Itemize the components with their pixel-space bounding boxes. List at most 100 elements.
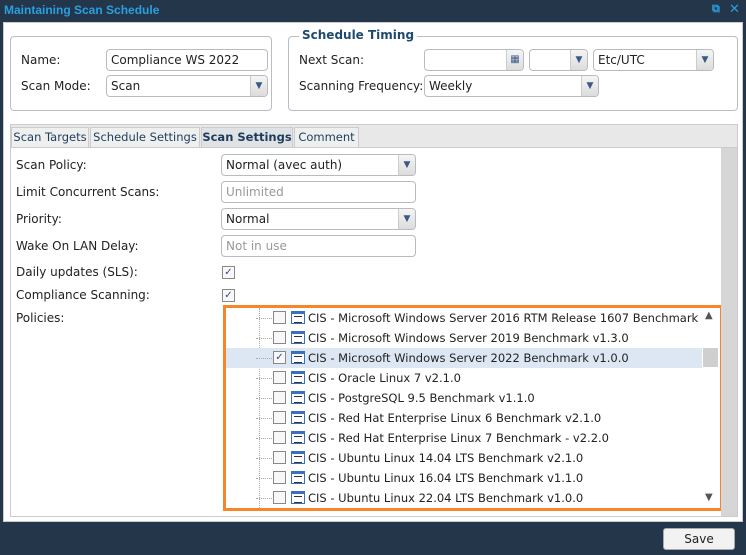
chevron-down-icon[interactable]: ▼ [398,209,415,229]
policy-item[interactable]: CIS - PostgreSQL 9.5 Benchmark v1.1.0 [226,388,702,408]
chevron-down-icon[interactable]: ▼ [250,76,267,96]
policy-label: CIS - Microsoft Windows Server 2019 Benc… [308,331,629,345]
daily-updates-label: Daily updates (SLS): [16,265,138,279]
chevron-down-icon[interactable]: ▼ [696,50,713,70]
schedule-timing-legend: Schedule Timing [299,28,418,42]
tree-connector [256,338,272,339]
priority-select[interactable]: Normal ▼ [221,208,416,230]
policy-item[interactable]: CIS - Microsoft Windows Server 2016 RTM … [226,308,720,328]
scroll-up-icon[interactable]: ▲ [705,310,713,321]
tab-scan-targets[interactable]: Scan Targets [11,127,89,148]
panel-scrollbar[interactable] [721,148,737,516]
policy-item[interactable]: CIS - Red Hat Enterprise Linux 6 Benchma… [226,408,702,428]
wol-delay-label: Wake On LAN Delay: [16,239,139,253]
tab-schedule-settings[interactable]: Schedule Settings [90,127,200,148]
policy-item[interactable]: ✓ CIS - Microsoft Windows Server 2022 Ben… [226,348,702,368]
policy-document-icon [291,351,305,364]
scan-mode-label: Scan Mode: [21,79,91,93]
policy-checkbox[interactable]: ✓ [273,351,286,364]
scroll-thumb[interactable] [703,348,718,367]
scan-settings-panel: Scan Policy: Normal (avec auth) ▼ Limit C… [10,147,738,517]
priority-value: Normal [226,212,270,226]
policy-checkbox[interactable] [273,331,286,344]
policy-checkbox[interactable] [273,431,286,444]
scan-mode-value: Scan [111,79,141,93]
policies-tree: CIS - Microsoft Windows Server 2016 RTM … [223,305,723,511]
policy-document-icon [291,311,305,324]
tree-connector [256,418,272,419]
policy-label: CIS - Microsoft Windows Server 2016 RTM … [308,311,723,325]
close-icon[interactable]: ✕ [729,2,740,17]
tab-scan-settings[interactable]: Scan Settings [201,127,293,148]
policy-item[interactable]: CIS - Microsoft Windows Server 2019 Benc… [226,328,702,348]
policies-scrollbar[interactable]: ▲ ▼ [702,308,720,508]
next-scan-date-input[interactable]: ▦ [424,49,524,71]
name-input[interactable]: Compliance WS 2022 [106,49,268,71]
tree-connector [256,478,272,479]
title-bar: Maintaining Scan Schedule ⧉ ✕ [0,0,746,22]
compliance-scanning-checkbox[interactable]: ✓ [222,289,235,302]
policy-checkbox[interactable] [273,491,286,504]
save-button[interactable]: Save [663,528,735,550]
next-scan-time-select[interactable]: ▼ [529,49,588,71]
wol-delay-input[interactable]: Not in use [221,235,416,257]
window-title: Maintaining Scan Schedule [4,3,160,17]
policy-label: CIS - Ubuntu Linux 16.04 LTS Benchmark v… [308,471,584,485]
schedule-timing-fieldset: Schedule Timing Next Scan: ▦ ▼ Etc/UTC ▼ … [288,28,738,111]
scan-mode-select[interactable]: Scan ▼ [106,75,268,97]
timezone-select[interactable]: Etc/UTC ▼ [593,49,714,71]
policy-checkbox[interactable] [273,451,286,464]
policy-checkbox[interactable] [273,391,286,404]
policy-checkbox[interactable] [273,411,286,424]
limit-concurrent-input[interactable]: Unlimited [221,181,416,203]
frequency-select[interactable]: Weekly ▼ [424,75,599,97]
tree-connector [256,378,272,379]
policy-document-icon [291,331,305,344]
policy-item[interactable]: CIS - Ubuntu Linux 22.04 LTS Benchmark v… [226,488,702,508]
policy-document-icon [291,431,305,444]
policy-label: CIS - Red Hat Enterprise Linux 6 Benchma… [308,411,602,425]
policy-document-icon [291,411,305,424]
policy-document-icon [291,491,305,504]
policy-document-icon [291,451,305,464]
policy-label: CIS - PostgreSQL 9.5 Benchmark v1.1.0 [308,391,535,405]
policy-checkbox[interactable] [273,311,286,324]
tab-comment[interactable]: Comment [294,127,359,148]
tree-connector [256,438,272,439]
frequency-value: Weekly [429,79,473,93]
policy-item[interactable]: CIS - Ubuntu Linux 14.04 LTS Benchmark v… [226,448,702,468]
policy-checkbox[interactable] [273,471,286,484]
policy-document-icon [291,471,305,484]
policy-label: CIS - Red Hat Enterprise Linux 7 Benchma… [308,431,609,445]
scan-policy-label: Scan Policy: [16,158,87,172]
policy-checkbox[interactable] [273,371,286,384]
scan-policy-value: Normal (avec auth) [226,158,343,172]
compliance-scanning-label: Compliance Scanning: [16,288,150,302]
policy-label: CIS - Ubuntu Linux 22.04 LTS Benchmark v… [308,491,584,505]
chevron-down-icon[interactable]: ▼ [398,155,415,175]
limit-concurrent-label: Limit Concurrent Scans: [16,185,160,199]
policy-item[interactable]: CIS - Red Hat Enterprise Linux 7 Benchma… [226,428,702,448]
restore-icon[interactable]: ⧉ [712,2,720,16]
policy-document-icon [291,371,305,384]
chevron-down-icon[interactable]: ▼ [570,50,587,70]
scroll-down-icon[interactable]: ▼ [705,492,713,503]
tree-connector [256,458,272,459]
tree-connector [256,358,272,359]
general-fieldset: Name: Compliance WS 2022 Scan Mode: Scan… [10,36,272,111]
tree-connector [256,398,272,399]
chevron-down-icon[interactable]: ▼ [581,76,598,96]
tree-connector [256,318,272,319]
scan-policy-select[interactable]: Normal (avec auth) ▼ [221,154,416,176]
policy-item[interactable]: CIS - Oracle Linux 7 v2.1.0 [226,368,702,388]
calendar-icon[interactable]: ▦ [506,50,523,70]
footer-bar: Save [0,522,746,555]
timezone-value: Etc/UTC [598,53,645,67]
policy-item[interactable]: CIS - Ubuntu Linux 16.04 LTS Benchmark v… [226,468,702,488]
policy-document-icon [291,391,305,404]
policy-label: CIS - Oracle Linux 7 v2.1.0 [308,371,461,385]
next-scan-label: Next Scan: [299,53,364,67]
daily-updates-checkbox[interactable]: ✓ [222,266,235,279]
policy-label: CIS - Ubuntu Linux 14.04 LTS Benchmark v… [308,451,584,465]
priority-label: Priority: [16,212,62,226]
